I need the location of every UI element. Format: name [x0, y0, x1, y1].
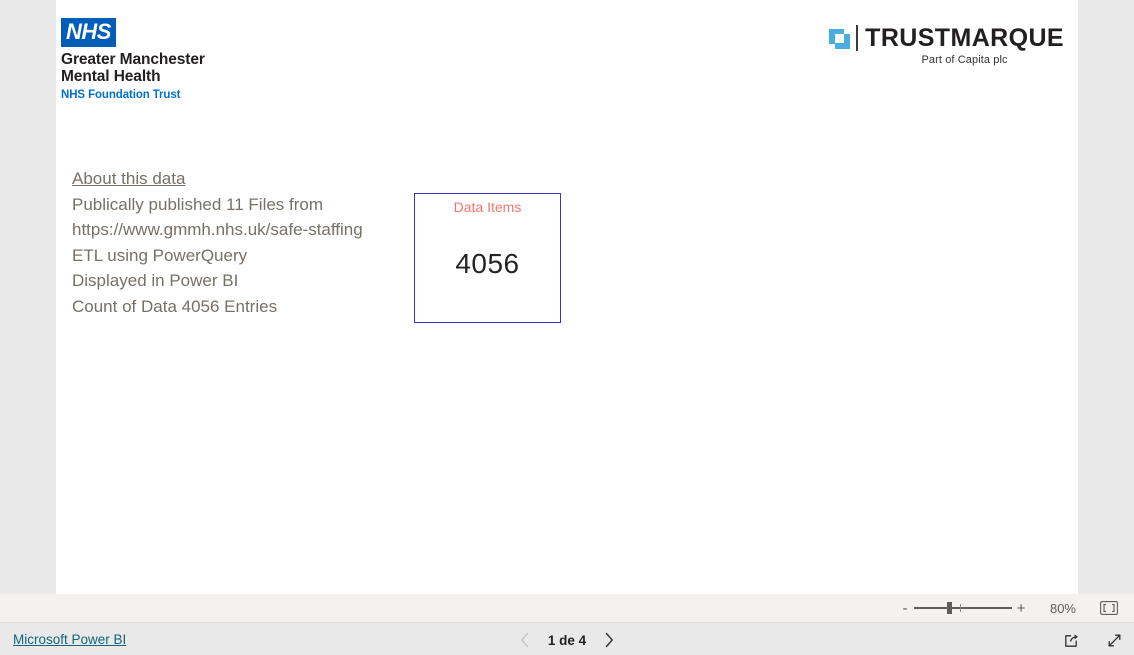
nhs-trust-name-line1: Greater Manchester [61, 51, 205, 68]
about-this-data-block: About this data Publically published 11 … [72, 166, 432, 320]
zoom-slider[interactable] [914, 600, 1012, 616]
nhs-foundation-trust-label: NHS Foundation Trust [61, 89, 181, 101]
zoom-slider-track [914, 607, 1012, 609]
zoom-bar: - + 80% [0, 594, 1134, 622]
trustmarque-logo: TRUSTMARQUE Part of Capita plc [829, 25, 1064, 67]
zoom-slider-thumb[interactable] [947, 602, 952, 614]
about-line-1: Publically published 11 Files from [72, 194, 324, 214]
zoom-slider-default-tick [960, 604, 961, 612]
share-icon[interactable] [1062, 630, 1082, 650]
report-viewport: NHS Greater Manchester Mental Health NHS… [0, 0, 1134, 594]
about-line-5: Count of Data 4056 Entries [72, 296, 278, 316]
data-items-card[interactable]: Data Items 4056 [414, 193, 561, 323]
about-heading: About this data [72, 169, 186, 188]
next-page-button[interactable] [596, 631, 622, 649]
footer-actions [1062, 630, 1124, 650]
nhs-logo: NHS Greater Manchester Mental Health NHS… [61, 18, 291, 101]
page-indicator-label: 1 de 4 [547, 632, 587, 648]
zoom-in-button[interactable]: + [1014, 601, 1028, 616]
trustmarque-text: TRUSTMARQUE Part of Capita plc [865, 25, 1064, 67]
page-navigation: 1 de 4 [0, 631, 1134, 649]
about-line-2: https://www.gmmh.nhs.uk/safe-staffing [72, 220, 363, 240]
about-line-4: Displayed in Power BI [72, 271, 239, 291]
nhs-trust-name: Greater Manchester Mental Health [61, 51, 291, 85]
about-line-3: ETL using PowerQuery [72, 245, 248, 265]
data-items-card-title: Data Items [453, 199, 522, 215]
data-items-card-value: 4056 [455, 248, 520, 279]
powerbi-report-viewer: NHS Greater Manchester Mental Health NHS… [0, 0, 1134, 655]
zoom-out-button[interactable]: - [898, 601, 912, 616]
nhs-trust-name-line2: Mental Health [61, 67, 161, 85]
trustmarque-divider [856, 25, 859, 51]
zoom-level-label: 80% [1049, 600, 1076, 616]
trustmarque-name: TRUSTMARQUE [865, 24, 1064, 52]
fullscreen-icon[interactable] [1104, 630, 1124, 650]
trustmarque-tagline: Part of Capita plc [921, 54, 1008, 66]
nhs-badge: NHS [61, 18, 116, 47]
trustmarque-mark-icon [829, 28, 851, 50]
report-canvas[interactable]: NHS Greater Manchester Mental Health NHS… [56, 0, 1078, 594]
footer-bar: Microsoft Power BI 1 de 4 [0, 622, 1134, 655]
fit-to-page-icon[interactable] [1098, 598, 1120, 618]
previous-page-button[interactable] [512, 631, 538, 649]
